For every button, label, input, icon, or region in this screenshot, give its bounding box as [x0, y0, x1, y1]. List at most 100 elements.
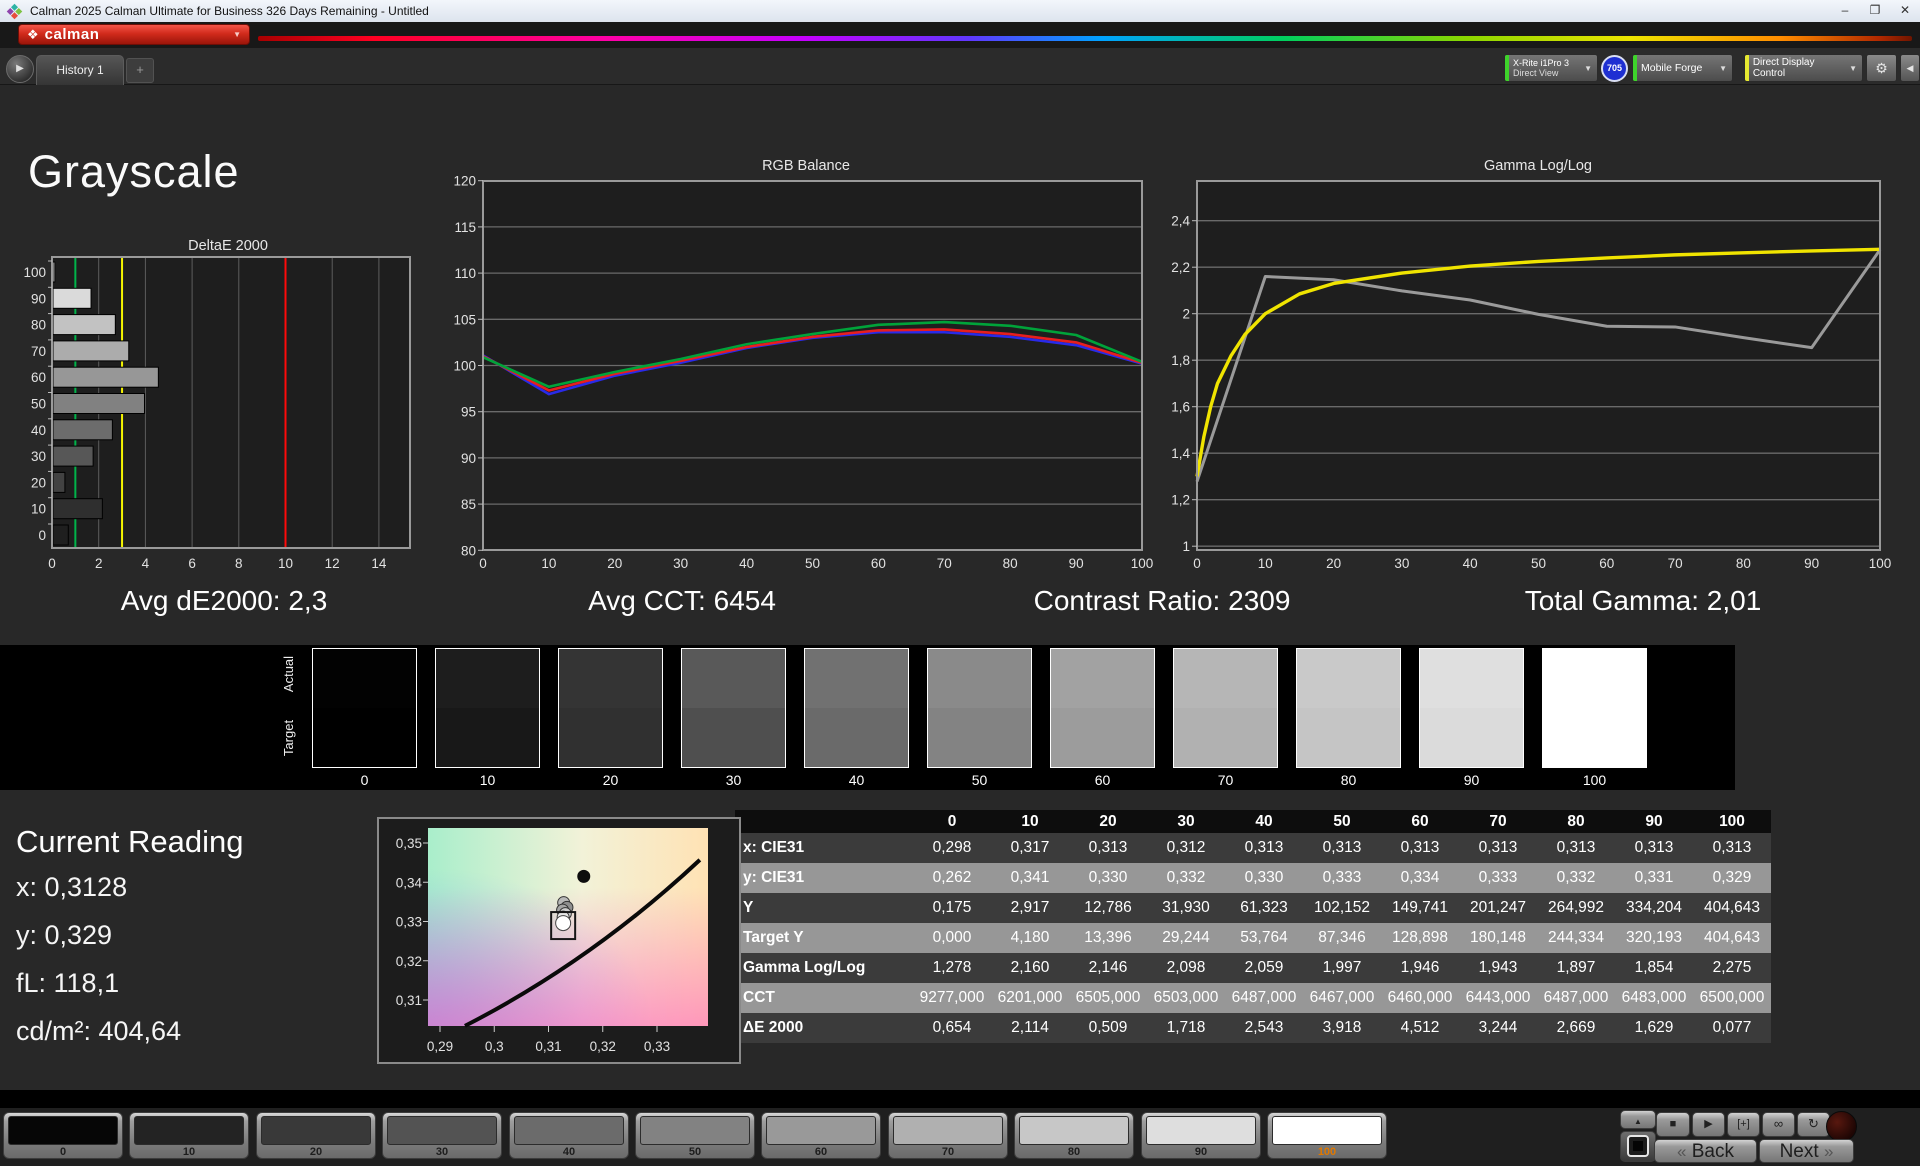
patch-label: 80 [1067, 1146, 1081, 1158]
svg-text:0,35: 0,35 [396, 836, 422, 851]
swatch-target [1297, 708, 1400, 767]
tab-history-1[interactable]: History 1 [36, 55, 124, 85]
table-col-header: 80 [1537, 810, 1615, 833]
gray-swatch-0: 0 [312, 648, 417, 788]
swatch-actual [1051, 649, 1154, 708]
maximize-button[interactable]: ❐ [1860, 0, 1890, 22]
patch-button-60[interactable]: 60 [761, 1112, 881, 1159]
next-button[interactable]: Next » [1759, 1139, 1854, 1163]
table-cell: 0,313 [1381, 833, 1459, 863]
svg-text:0: 0 [48, 556, 56, 571]
rgb-line-red [482, 328, 1143, 392]
svg-text:0: 0 [479, 556, 487, 571]
deltae-bar-20 [52, 471, 66, 493]
minimize-button[interactable]: – [1830, 0, 1860, 22]
patch-button-10[interactable]: 10 [129, 1112, 249, 1159]
read-icon: [+] [1737, 1118, 1750, 1130]
table-row: ΔE 2000 0,654 2,114 0,509 1,718 2,543 3,918 4,5… [735, 1013, 1771, 1043]
calman-menu-button[interactable]: ❖ calman ▼ [18, 24, 250, 45]
table-cell: 12,786 [1069, 893, 1147, 923]
gray-swatch-40: 40 [804, 648, 909, 788]
table-cell: 6467,000 [1303, 983, 1381, 1013]
patch-button-50[interactable]: 50 [635, 1112, 755, 1159]
gamma-chart: 2,4 2,2 2 1,8 1,6 1,4 1,2 10 10 20 30 40 50 60 70 80 90 1… [1171, 180, 1892, 571]
svg-text:90: 90 [31, 291, 46, 306]
table-cell: 0,334 [1381, 863, 1459, 893]
patch-button-30[interactable]: 30 [382, 1112, 502, 1159]
patch-button-70[interactable]: 70 [888, 1112, 1008, 1159]
table-row-label: CCT [735, 983, 913, 1013]
patch-button-20[interactable]: 20 [256, 1112, 376, 1159]
swatch-label: 0 [360, 772, 369, 788]
swatch-actual [1174, 649, 1277, 708]
calman-logo-text: calman [44, 26, 100, 43]
stop-icon [1627, 1135, 1649, 1157]
svg-text:10: 10 [278, 556, 293, 571]
meter-reading-badge: 705 [1601, 55, 1628, 82]
swatch-target [1420, 708, 1523, 767]
play-icon: ▶ [1704, 1118, 1713, 1130]
table-cell: 6460,000 [1381, 983, 1459, 1013]
svg-text:100: 100 [1869, 556, 1892, 571]
table-cell: 201,247 [1459, 893, 1537, 923]
svg-text:90: 90 [1804, 556, 1819, 571]
table-cell: 31,930 [1147, 893, 1225, 923]
patch-label: 70 [941, 1146, 955, 1158]
patch-chip [514, 1116, 624, 1145]
table-cell: 1,278 [913, 953, 991, 983]
daylight-locus-line [464, 858, 702, 1028]
table-cell: 1,943 [1459, 953, 1537, 983]
patch-button-40[interactable]: 40 [509, 1112, 629, 1159]
svg-text:60: 60 [31, 370, 46, 385]
patch-button-90[interactable]: 90 [1141, 1112, 1261, 1159]
settings-button[interactable]: ⚙ [1866, 54, 1897, 82]
svg-text:1: 1 [1182, 539, 1190, 554]
table-cell: 2,098 [1147, 953, 1225, 983]
expand-controls-button[interactable]: ▲ [1620, 1110, 1656, 1129]
table-row-label: Gamma Log/Log [735, 953, 913, 983]
svg-text:100: 100 [453, 359, 476, 374]
table-cell: 1,997 [1303, 953, 1381, 983]
table-cell: 264,992 [1537, 893, 1615, 923]
single-read-button[interactable]: [+] [1727, 1112, 1760, 1137]
collapse-panel-button[interactable]: ◀ [1900, 54, 1920, 82]
patch-button-80[interactable]: 80 [1014, 1112, 1134, 1159]
play-button[interactable]: ▶ [1692, 1112, 1725, 1137]
table-cell: 0,175 [913, 893, 991, 923]
close-button[interactable]: ✕ [1890, 0, 1920, 22]
gray-swatch-100: 100 [1542, 648, 1647, 788]
swatch-actual [928, 649, 1031, 708]
back-button[interactable]: « Back [1654, 1139, 1757, 1163]
table-cell: 3,918 [1303, 1013, 1381, 1043]
svg-text:30: 30 [673, 556, 688, 571]
source-device-dropdown[interactable]: Mobile Forge ▼ [1632, 54, 1733, 82]
stop-button[interactable]: ■ [1656, 1112, 1690, 1137]
table-row-label: Target Y [735, 923, 913, 953]
history-nav-button[interactable]: ▶ [6, 55, 34, 83]
deltae-chart: 0 10 20 30 40 50 60 70 80 90 100 0 2 4 6 8 10 12 14 [23, 256, 411, 571]
table-cell: 404,643 [1693, 923, 1771, 953]
table-col-header: 70 [1459, 810, 1537, 833]
target-row-label: Target [281, 719, 296, 757]
add-tab-button[interactable]: + [126, 58, 154, 83]
svg-text:85: 85 [461, 497, 476, 512]
swatch-actual [1420, 649, 1523, 708]
patch-button-100[interactable]: 100 [1267, 1112, 1387, 1159]
patch-button-0[interactable]: 0 [3, 1112, 123, 1159]
table-cell: 0,329 [1693, 863, 1771, 893]
continuous-read-button[interactable]: ∞ [1762, 1112, 1795, 1137]
deltae-bar-0 [52, 524, 69, 546]
chevron-left-icon: ◀ [1906, 63, 1914, 73]
swatch-label: 60 [1094, 772, 1111, 788]
table-cell: 0,000 [913, 923, 991, 953]
patch-label: 50 [688, 1146, 702, 1158]
table-cell: 0,341 [991, 863, 1069, 893]
calman-logo-icon: ❖ [27, 26, 39, 42]
meter-device-dropdown[interactable]: X-Rite i1Pro 3 Direct View ▼ [1504, 54, 1598, 82]
svg-text:40: 40 [31, 423, 46, 438]
chevron-down-icon: ▼ [1584, 63, 1592, 73]
table-col-header: 10 [991, 810, 1069, 833]
display-device-dropdown[interactable]: Direct Display Control ▼ [1744, 54, 1863, 82]
table-col-header: 30 [1147, 810, 1225, 833]
stop-measure-button[interactable] [1620, 1131, 1656, 1162]
